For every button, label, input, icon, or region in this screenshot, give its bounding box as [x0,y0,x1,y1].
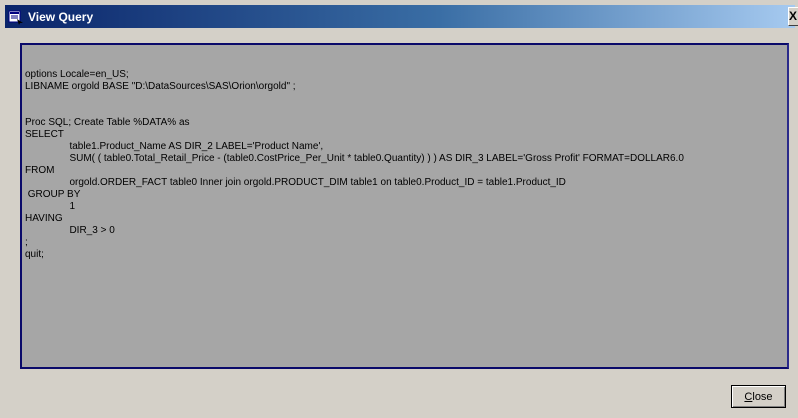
title-bar[interactable]: View Query X [5,5,798,28]
view-query-dialog: View Query X options Locale=en_US; LIBNA… [0,0,798,418]
close-button-label: lose [752,390,773,403]
query-window-icon [8,10,23,25]
query-text-area[interactable]: options Locale=en_US; LIBNAME orgold BAS… [20,43,789,369]
dialog-title: View Query [28,9,94,24]
query-text: options Locale=en_US; LIBNAME orgold BAS… [25,69,684,260]
close-button-mnemonic: C [744,390,753,403]
close-button[interactable]: Close [731,385,786,408]
title-close-icon[interactable]: X [788,7,798,26]
